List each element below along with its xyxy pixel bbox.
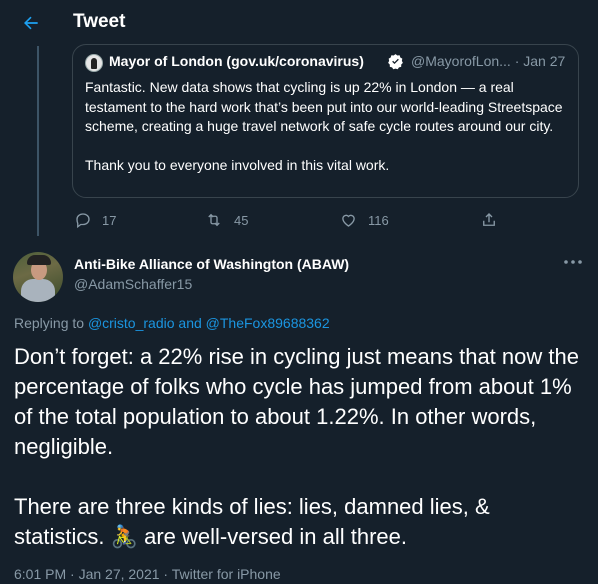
- reply-mention-link[interactable]: @cristo_radio: [88, 315, 175, 331]
- reply-count: 17: [102, 212, 117, 228]
- reply-button[interactable]: 17: [74, 210, 116, 230]
- top-bar: Tweet: [0, 0, 598, 46]
- back-button[interactable]: [14, 6, 48, 40]
- arrow-left-icon: [24, 16, 38, 30]
- tweet-text-segment: are well-versed in all three.: [137, 524, 407, 549]
- quoted-paragraph: Thank you to everyone involved in this v…: [85, 157, 390, 174]
- tweet-paragraph: There are three kinds of lies: lies, dam…: [14, 492, 584, 552]
- quoted-tweet-text: Fantastic. New data shows that cycling i…: [85, 78, 570, 176]
- tweet-timestamp[interactable]: 6:01 PM · Jan 27, 2021 · Twitter for iPh…: [14, 566, 281, 582]
- quoted-author-name[interactable]: Mayor of London (gov.uk/coronavirus): [109, 53, 364, 69]
- share-icon: [483, 213, 495, 226]
- replying-and: and: [174, 315, 206, 331]
- retweet-button[interactable]: 45: [204, 210, 248, 230]
- retweet-count: 45: [234, 212, 249, 228]
- verified-badge-icon: [388, 54, 403, 70]
- replying-to: Replying to @cristo_radio and @TheFox896…: [14, 315, 330, 331]
- more-icon: [564, 260, 582, 264]
- like-button[interactable]: 116: [339, 210, 389, 230]
- author-name[interactable]: Anti-Bike Alliance of Washington (ABAW): [74, 256, 349, 272]
- quoted-author-avatar[interactable]: [85, 54, 103, 72]
- thread-line: [37, 46, 39, 236]
- quoted-paragraph: Fantastic. New data shows that cycling i…: [85, 79, 563, 135]
- heart-icon: [342, 214, 355, 227]
- retweet-icon: [208, 213, 220, 227]
- quoted-tweet[interactable]: Mayor of London (gov.uk/coronavirus) @Ma…: [72, 44, 579, 198]
- tweet-text: Don’t forget: a 22% rise in cycling just…: [14, 342, 584, 552]
- replying-prefix: Replying to: [14, 315, 88, 331]
- author-handle[interactable]: @AdamSchaffer15: [74, 276, 192, 292]
- share-button[interactable]: [480, 210, 508, 230]
- more-options-button[interactable]: [560, 252, 586, 272]
- reply-icon: [76, 213, 90, 229]
- reply-mention-link[interactable]: @TheFox89688362: [206, 315, 330, 331]
- avatar-helmet-shape: [27, 255, 51, 265]
- avatar[interactable]: [13, 252, 63, 302]
- quoted-handle-date: @MayorofLon... · Jan 27: [411, 53, 566, 69]
- tweet-paragraph: Don’t forget: a 22% rise in cycling just…: [14, 344, 579, 459]
- cyclist-emoji: 🚴: [110, 524, 138, 549]
- like-count: 116: [368, 212, 389, 228]
- avatar-body-shape: [21, 279, 55, 302]
- page-title: Tweet: [73, 11, 126, 32]
